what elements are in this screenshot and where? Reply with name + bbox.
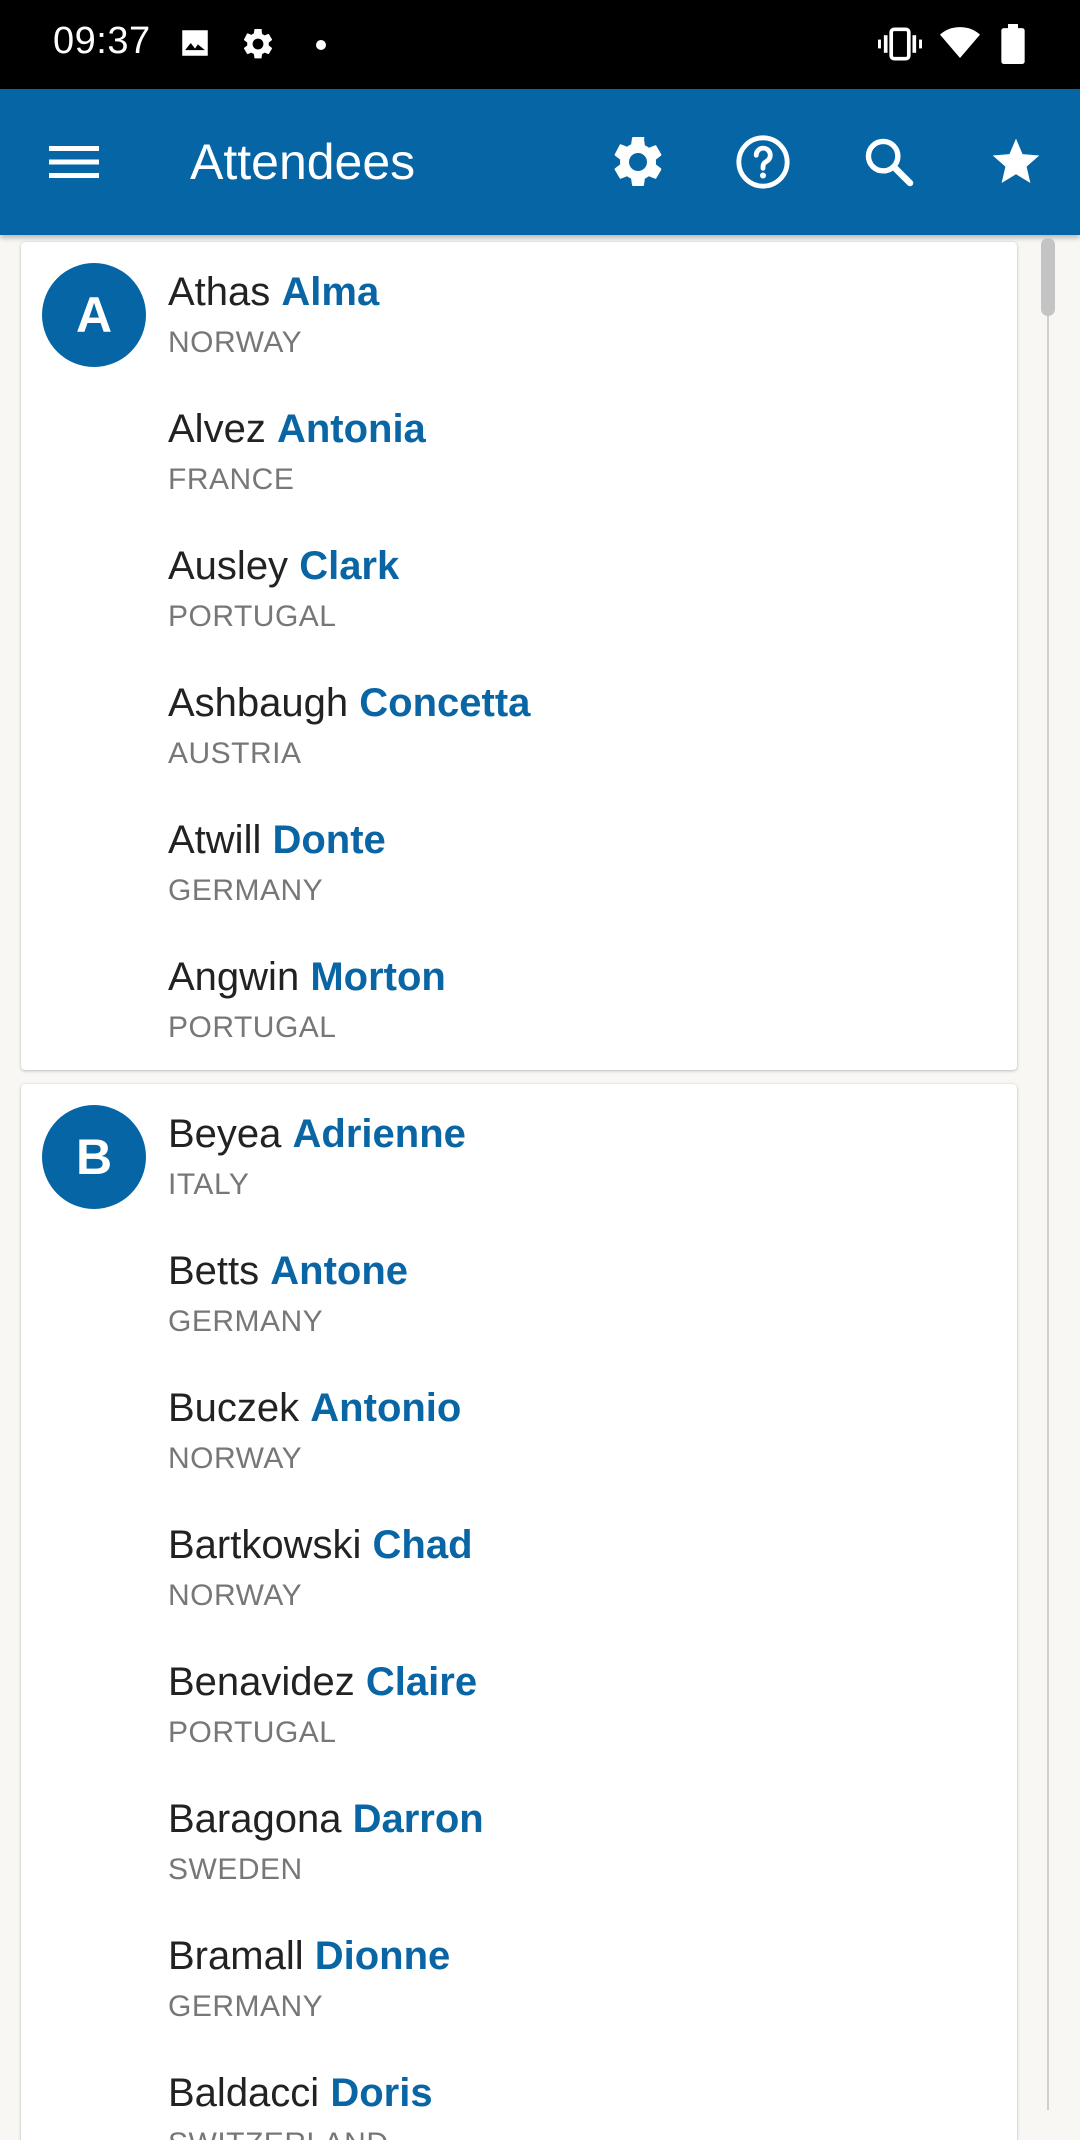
settings-gear-icon: [240, 26, 276, 67]
attendee-name: Atwill Donte: [168, 818, 386, 863]
attendee-country: GERMANY: [168, 1305, 324, 1338]
attendee-first-name: Morton: [310, 955, 446, 999]
attendee-first-name: Chad: [372, 1523, 473, 1567]
attendee-first-name: Doris: [330, 2071, 433, 2115]
attendee-item[interactable]: Benavidez Claire PORTUGAL: [21, 1632, 1017, 1769]
attendee-country: SWEDEN: [168, 1853, 303, 1886]
section-card-a: A Athas Alma NORWAY Alvez Antonia FRANCE…: [21, 242, 1017, 1070]
attendee-first-name: Clark: [299, 544, 400, 588]
scrollbar-track[interactable]: [1047, 240, 1049, 2110]
attendee-country: NORWAY: [168, 1442, 303, 1475]
attendee-first-name: Donte: [272, 818, 386, 862]
attendee-last-name: Betts: [168, 1249, 260, 1293]
attendee-name: Angwin Morton: [168, 955, 446, 1000]
attendee-item[interactable]: Ashbaugh Concetta AUSTRIA: [21, 653, 1017, 790]
page-title: Attendees: [190, 134, 416, 190]
attendee-country: PORTUGAL: [168, 1011, 337, 1044]
attendee-item[interactable]: Baldacci Doris SWITZERLAND: [21, 2043, 1017, 2140]
attendee-item[interactable]: Bramall Dionne GERMANY: [21, 1906, 1017, 2043]
attendee-item[interactable]: Baragona Darron SWEDEN: [21, 1769, 1017, 1906]
section-card-b: B Beyea Adrienne ITALY Betts Antone GERM…: [21, 1084, 1017, 2140]
attendee-name: Baldacci Doris: [168, 2071, 433, 2116]
menu-icon[interactable]: [34, 122, 114, 202]
attendee-first-name: Antone: [270, 1249, 409, 1293]
status-time: 09:37: [53, 20, 151, 62]
attendee-first-name: Alma: [281, 270, 380, 314]
attendee-list: A Athas Alma NORWAY Alvez Antonia FRANCE…: [0, 235, 1080, 2140]
attendee-last-name: Ausley: [168, 544, 289, 588]
attendee-item[interactable]: Alvez Antonia FRANCE: [21, 379, 1017, 516]
attendee-first-name: Antonio: [310, 1386, 462, 1430]
help-icon[interactable]: [723, 122, 803, 202]
favorite-star-icon[interactable]: [976, 122, 1056, 202]
attendee-country: NORWAY: [168, 326, 303, 359]
attendee-first-name: Antonia: [276, 407, 426, 451]
attendee-name: Athas Alma: [168, 270, 379, 315]
vibrate-icon: [878, 26, 922, 67]
attendee-last-name: Baldacci: [168, 2071, 320, 2115]
attendee-name: Bramall Dionne: [168, 1934, 450, 1979]
attendee-country: AUSTRIA: [168, 737, 302, 770]
attendee-country: NORWAY: [168, 1579, 303, 1612]
attendee-item[interactable]: Atwill Donte GERMANY: [21, 790, 1017, 927]
attendee-name: Betts Antone: [168, 1249, 408, 1294]
attendee-country: PORTUGAL: [168, 600, 337, 633]
attendee-item[interactable]: Beyea Adrienne ITALY: [21, 1084, 1017, 1221]
attendee-item[interactable]: Bartkowski Chad NORWAY: [21, 1495, 1017, 1632]
attendee-first-name: Dionne: [314, 1934, 451, 1978]
attendee-last-name: Ashbaugh: [168, 681, 349, 725]
attendee-first-name: Darron: [352, 1797, 484, 1841]
settings-icon[interactable]: [598, 122, 678, 202]
attendee-last-name: Bramall: [168, 1934, 304, 1978]
attendee-item[interactable]: Buczek Antonio NORWAY: [21, 1358, 1017, 1495]
attendee-item[interactable]: Angwin Morton PORTUGAL: [21, 927, 1017, 1064]
attendee-name: Baragona Darron: [168, 1797, 484, 1842]
attendee-item[interactable]: Betts Antone GERMANY: [21, 1221, 1017, 1358]
attendee-name: Ashbaugh Concetta: [168, 681, 530, 726]
attendee-country: GERMANY: [168, 1990, 324, 2023]
attendee-item[interactable]: Ausley Clark PORTUGAL: [21, 516, 1017, 653]
attendee-last-name: Buczek: [168, 1386, 300, 1430]
attendee-first-name: Adrienne: [292, 1112, 466, 1156]
battery-icon: [1000, 24, 1026, 69]
status-bar: 09:37: [0, 0, 1080, 89]
attendee-last-name: Baragona: [168, 1797, 342, 1841]
attendee-last-name: Benavidez: [168, 1660, 355, 1704]
app-bar: Attendees: [0, 89, 1080, 235]
attendee-last-name: Beyea: [168, 1112, 282, 1156]
attendee-country: PORTUGAL: [168, 1716, 337, 1749]
attendee-country: GERMANY: [168, 874, 324, 907]
attendee-name: Bartkowski Chad: [168, 1523, 473, 1568]
attendee-name: Alvez Antonia: [168, 407, 426, 452]
attendee-last-name: Athas: [168, 270, 271, 314]
attendee-last-name: Angwin: [168, 955, 300, 999]
attendee-country: SWITZERLAND: [168, 2127, 389, 2140]
attendee-country: FRANCE: [168, 463, 295, 496]
wifi-icon: [940, 26, 980, 65]
attendee-country: ITALY: [168, 1168, 250, 1201]
attendee-item[interactable]: Athas Alma NORWAY: [21, 242, 1017, 379]
attendee-last-name: Alvez: [168, 407, 266, 451]
attendee-first-name: Claire: [365, 1660, 478, 1704]
attendee-name: Ausley Clark: [168, 544, 399, 589]
attendee-name: Buczek Antonio: [168, 1386, 461, 1431]
attendee-name: Benavidez Claire: [168, 1660, 477, 1705]
dot-icon: [315, 38, 327, 56]
scrollbar-thumb[interactable]: [1041, 238, 1055, 316]
search-icon[interactable]: [849, 122, 929, 202]
image-icon: [178, 26, 212, 65]
attendee-last-name: Bartkowski: [168, 1523, 362, 1567]
attendee-first-name: Concetta: [359, 681, 531, 725]
attendee-name: Beyea Adrienne: [168, 1112, 466, 1157]
attendee-last-name: Atwill: [168, 818, 262, 862]
